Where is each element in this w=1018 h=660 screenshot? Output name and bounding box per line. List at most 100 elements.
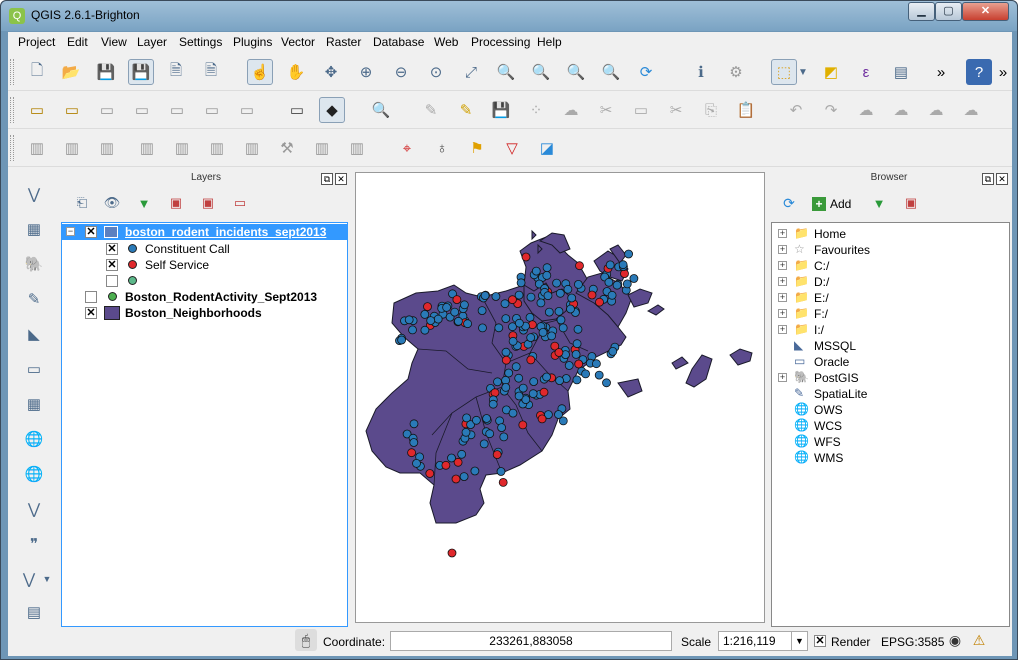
map-view[interactable] [356,173,764,622]
collapse-icon[interactable]: − [66,227,75,236]
copy-features-icon[interactable]: ⎘ [698,97,724,123]
add-virtual-layer-icon[interactable]: ▤ [21,599,47,625]
vector-tool-4-icon[interactable]: ▥ [239,135,265,161]
zoom-to-layer-icon[interactable]: 🔍 [528,59,554,85]
chevron-down-icon[interactable]: ▼ [791,632,807,650]
expand-icon[interactable]: + [778,293,787,302]
menu-database[interactable]: Database [373,35,424,49]
toolbar-grip[interactable] [10,135,14,161]
add-ring-icon[interactable]: ☁ [923,97,949,123]
browser-item-wfs[interactable]: 🌐 WFS [772,434,1007,450]
help-icon[interactable]: ? [966,59,992,85]
layer-checkbox[interactable]: ✕ [85,226,97,238]
coordinate-input[interactable]: 233261,883058 [390,631,672,651]
menu-vector[interactable]: Vector [281,35,315,49]
warning-icon[interactable]: ⚠ [968,629,990,651]
expand-icon[interactable]: + [778,325,787,334]
toolbar-grip[interactable] [10,59,14,85]
zoom-full-icon[interactable]: ⤢ [458,59,484,85]
new-layer-icon[interactable]: ⋁ [16,566,42,592]
float-panel-icon[interactable]: ⧉ [321,173,333,185]
close-panel-icon[interactable]: ✕ [996,173,1008,185]
filter-browser-icon[interactable]: ▼ [868,192,890,214]
menu-plugins[interactable]: Plugins [233,35,272,49]
action-icon[interactable]: ⚙ [723,59,749,85]
legend-row-constituent-call[interactable]: ✕ Constituent Call [62,241,347,257]
browser-item-f[interactable]: + 📁 F:/ [772,306,1007,322]
legend-row-self-service[interactable]: ✕ Self Service [62,257,347,273]
crs-status-button[interactable]: EPSG:3585 [881,635,944,649]
layer-row-rodent-incidents[interactable]: − ✕ boston_rodent_incidents_sept2013 [62,224,347,240]
rotate-label-icon[interactable]: ▭ [199,97,225,123]
node-tool-icon[interactable]: ✂ [593,97,619,123]
browser-item-mssql[interactable]: ◣ MSSQL [772,338,1007,354]
browser-item-oracle[interactable]: ▭ Oracle [772,354,1007,370]
metasearch-icon[interactable]: ◆ [319,97,345,123]
menu-view[interactable]: View [101,35,127,49]
legend-checkbox[interactable]: ✕ [106,243,118,255]
menu-project[interactable]: Project [18,35,55,49]
change-label-icon[interactable]: ▭ [234,97,260,123]
delete-selected-icon[interactable]: ▭ [628,97,654,123]
toolbar-grip[interactable] [10,97,14,123]
rotate-point-symbols-icon[interactable]: ☁ [853,97,879,123]
chevron-down-icon[interactable]: ▼ [797,59,809,85]
touch-zoom-icon[interactable]: ☝ [247,59,273,85]
layer-row-neighborhoods[interactable]: ✕ Boston_Neighborhoods [62,305,347,321]
cut-features-icon[interactable]: ✂ [663,97,689,123]
label-highlight-icon[interactable]: ▭ [59,97,85,123]
refresh-icon[interactable]: ⟳ [633,59,659,85]
add-wfs-layer-icon[interactable]: ⋁ [21,496,47,522]
legend-checkbox[interactable] [106,275,118,287]
map-canvas[interactable] [355,172,765,623]
legend-checkbox[interactable]: ✕ [106,259,118,271]
current-edits-icon[interactable]: ✎ [418,97,444,123]
new-print-composer-icon[interactable]: 🗎 [163,59,189,85]
add-mssql-layer-icon[interactable]: ◣ [21,321,47,347]
open-attribute-table-icon[interactable]: ▤ [888,59,914,85]
open-project-icon[interactable]: 📂 [58,59,84,85]
layer-checkbox[interactable]: ✕ [85,307,97,319]
visibility-eye-icon[interactable]: 👁 [101,192,123,214]
menu-settings[interactable]: Settings [179,35,222,49]
gps-tool-icon[interactable]: ♁ [429,135,455,161]
browser-item-ows[interactable]: 🌐 OWS [772,402,1007,418]
add-wms-layer-icon[interactable]: 🌐 [21,426,47,452]
menu-web[interactable]: Web [434,35,458,49]
menu-help[interactable]: Help [537,35,562,49]
add-part-icon[interactable]: ☁ [958,97,984,123]
render-checkbox[interactable]: ✕ [814,635,826,647]
menu-edit[interactable]: Edit [67,35,88,49]
zoom-out-icon[interactable]: ⊖ [388,59,414,85]
save-as-icon[interactable]: 💾 [128,59,154,85]
new-project-icon[interactable]: 🗋 [24,59,50,85]
paste-features-icon[interactable]: 📋 [733,97,759,123]
vector-tool-6-icon[interactable]: ▥ [309,135,335,161]
browser-item-e[interactable]: + 📁 E:/ [772,290,1007,306]
pan-map-icon[interactable]: ✋ [283,59,309,85]
menu-raster[interactable]: Raster [326,35,361,49]
zoom-native-icon[interactable]: ⊙ [423,59,449,85]
coordinate-capture-icon[interactable]: ⌖ [394,135,420,161]
add-delimited-text-icon[interactable]: ❞ [21,531,47,557]
add-vector-layer-icon[interactable]: ⋁ [21,181,47,207]
add-wcs-layer-icon[interactable]: 🌐 [21,461,47,487]
browser-item-wcs[interactable]: 🌐 WCS [772,418,1007,434]
select-by-expression-icon[interactable]: ε [853,59,879,85]
browser-item-d[interactable]: + 📁 D:/ [772,274,1007,290]
scale-combobox[interactable]: 1:216,119 ▼ [718,631,808,651]
label-icon[interactable]: ▭ [24,97,50,123]
vector-tool-5-icon[interactable]: ⚒ [274,135,300,161]
expand-all-icon[interactable]: ▣ [165,192,187,214]
float-panel-icon[interactable]: ⧉ [982,173,994,185]
vector-tool-1-icon[interactable]: ▥ [134,135,160,161]
map-tips-icon[interactable]: 🔍 [368,97,394,123]
expand-icon[interactable]: + [778,245,787,254]
csw-icon[interactable]: ▭ [284,97,310,123]
heatmap-icon[interactable]: ▽ [499,135,525,161]
add-postgis-layer-icon[interactable]: 🐘 [21,251,47,277]
expand-icon[interactable]: + [778,229,787,238]
deselect-all-icon[interactable]: ◩ [818,59,844,85]
toolbar-overflow-1[interactable]: » [928,59,954,85]
collapse-all-icon[interactable]: ▣ [197,192,219,214]
